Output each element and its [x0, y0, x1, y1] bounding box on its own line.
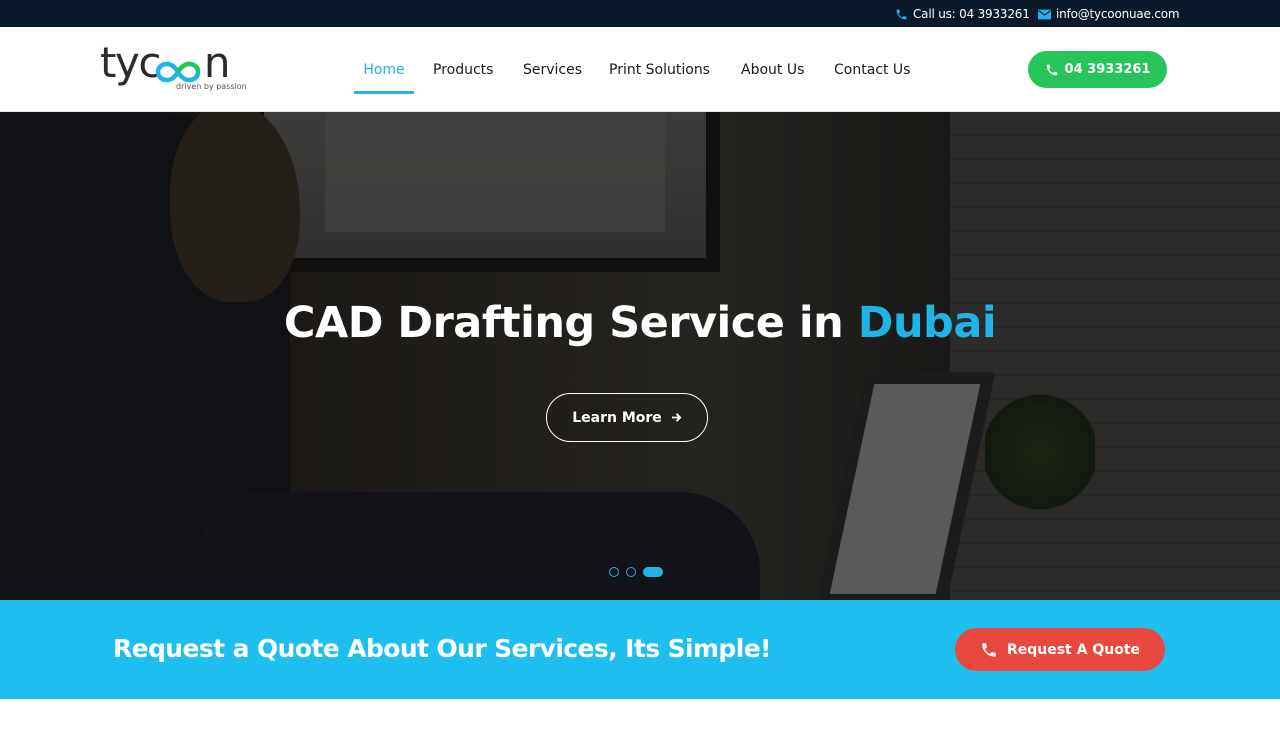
- hero-title-main: CAD Drafting Service in: [283, 298, 858, 348]
- slider-dot-3[interactable]: [643, 567, 663, 577]
- top-contact-bar: Call us: 04 3933261 info@tycoonuae.com: [0, 0, 1280, 27]
- arrow-right-icon: [671, 413, 682, 422]
- envelope-icon: [1038, 9, 1051, 19]
- nav-products[interactable]: Products: [433, 53, 493, 93]
- nav-home[interactable]: Home: [354, 53, 414, 94]
- request-quote-button[interactable]: Request A Quote: [955, 628, 1165, 671]
- learn-more-label: Learn More: [572, 409, 662, 426]
- hero-title-accent: Dubai: [857, 298, 997, 348]
- logo-tagline: driven by passion: [176, 82, 247, 91]
- topbar-email-link[interactable]: info@tycoonuae.com: [1038, 6, 1180, 22]
- page-content-start: [0, 699, 1280, 752]
- quote-band-message: Request a Quote About Our Services, Its …: [113, 634, 771, 663]
- topbar-call-text: Call us: 04 3933261: [913, 7, 1030, 21]
- quote-band: Request a Quote About Our Services, Its …: [0, 600, 1280, 699]
- slider-dot-1[interactable]: [609, 567, 619, 577]
- nav-about-us[interactable]: About Us: [741, 53, 804, 93]
- phone-icon: [1046, 64, 1057, 75]
- site-header: tyc n driven by passion Home Products Ser…: [0, 27, 1280, 112]
- phone-icon: [982, 642, 996, 657]
- phone-icon: [896, 9, 907, 19]
- nav-print-solutions[interactable]: Print Solutions: [609, 53, 710, 93]
- header-phone-label: 04 3933261: [1064, 62, 1151, 77]
- hero-slider: CAD Drafting Service in Dubai Learn More: [0, 112, 1280, 600]
- infinity-logo-icon: [155, 61, 201, 83]
- nav-contact-us[interactable]: Contact Us: [834, 53, 910, 93]
- request-quote-label: Request A Quote: [1006, 641, 1141, 658]
- slider-pagination: [609, 567, 663, 577]
- learn-more-button[interactable]: Learn More: [546, 393, 708, 442]
- logo-word-end: n: [203, 38, 231, 87]
- hero-overlay: [0, 112, 1280, 600]
- hero-title: CAD Drafting Service in Dubai: [0, 298, 1280, 348]
- tycoon-logo[interactable]: tyc n driven by passion: [100, 38, 260, 97]
- nav-services[interactable]: Services: [523, 53, 582, 93]
- logo-word-start: tyc: [100, 38, 161, 87]
- topbar-email-text: info@tycoonuae.com: [1056, 7, 1180, 21]
- header-phone-button[interactable]: 04 3933261: [1028, 51, 1167, 88]
- topbar-call-link[interactable]: Call us: 04 3933261: [895, 6, 1030, 22]
- slider-dot-2[interactable]: [626, 567, 636, 577]
